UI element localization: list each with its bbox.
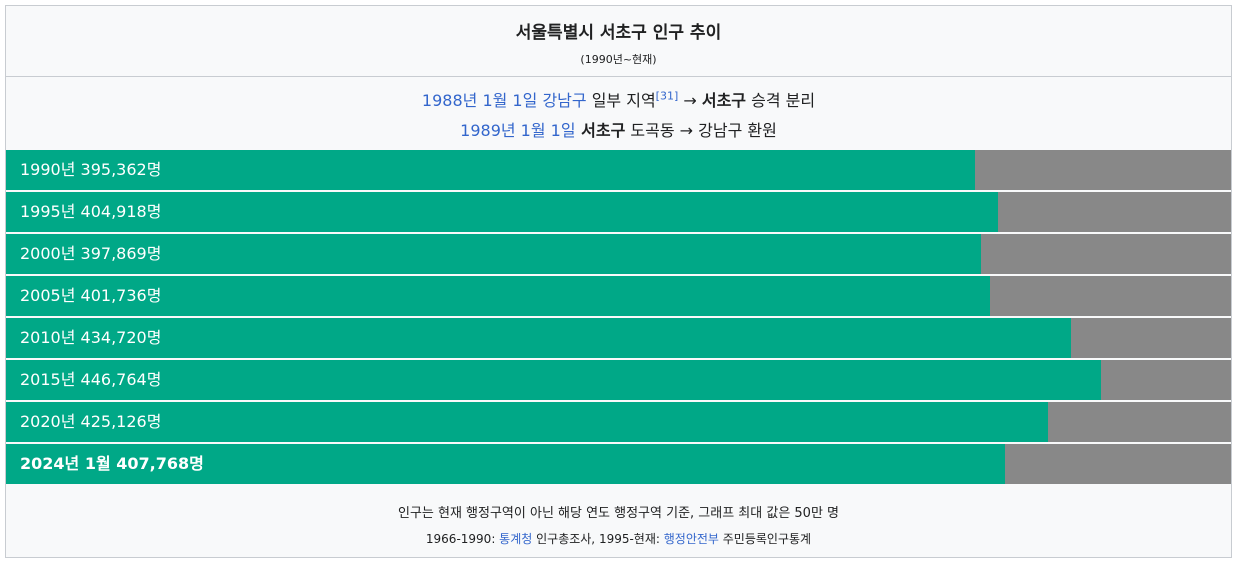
bar-label: 1995년 404,918명	[20, 202, 162, 221]
history-text: 도곡동 → 강남구 환원	[625, 121, 777, 140]
history-text: 일부 지역	[586, 91, 656, 110]
source-line: 1966-1990: 통계청 인구총조사, 1995-현재: 행정안전부 주민등…	[6, 530, 1231, 547]
bar-row: 1995년 404,918명	[6, 192, 1231, 232]
bar-label: 2000년 397,869명	[20, 244, 162, 263]
bar-row: 2010년 434,720명	[6, 318, 1231, 358]
bar-row: 2020년 425,126명	[6, 402, 1231, 442]
date-link-1988[interactable]: 1988년 1월 1일	[422, 91, 537, 110]
bar-row: 2000년 397,869명	[6, 234, 1231, 274]
bar-row: 2005년 401,736명	[6, 276, 1231, 316]
population-bar-chart: 1990년 395,362명 1995년 404,918명 2000년 397,86…	[6, 150, 1231, 489]
ministry-interior-link[interactable]: 행정안전부	[664, 532, 719, 546]
source-text: 인구총조사, 1995-현재:	[532, 532, 664, 546]
chart-note: 인구는 현재 행정구역이 아닌 해당 연도 행정구역 기준, 그래프 최대 값은…	[397, 506, 840, 521]
arrow-text: →	[678, 91, 702, 110]
reference-link[interactable]: [31]	[656, 90, 679, 103]
chart-footer: 인구는 현재 행정구역이 아닌 해당 연도 행정구역 기준, 그래프 최대 값은…	[6, 490, 1231, 558]
bar-row: 2024년 1월 407,768명	[6, 444, 1231, 484]
date-link-1989[interactable]: 1989년 1월 1일	[460, 121, 575, 140]
bar-label: 2024년 1월 407,768명	[20, 454, 204, 473]
seocho-gu-text: 서초구	[575, 121, 626, 140]
source-text: 1966-1990:	[425, 532, 500, 546]
bar-fill	[6, 318, 1071, 358]
history-text: 승격 분리	[746, 91, 816, 110]
chart-title: 서울특별시 서초구 인구 추이	[515, 23, 722, 43]
bar-label: 2005년 401,736명	[20, 286, 162, 305]
history-notes: 1988년 1월 1일 강남구 일부 지역[31] → 서초구 승격 분리 19…	[6, 77, 1231, 150]
source-text: 주민등록인구통계	[718, 532, 812, 546]
bar-label: 1990년 395,362명	[20, 160, 162, 179]
statistics-korea-link[interactable]: 통계청	[499, 532, 532, 546]
history-line-2: 1989년 1월 1일 서초구 도곡동 → 강남구 환원	[6, 119, 1231, 143]
population-infobox: 서울특별시 서초구 인구 추이 (1990년~현재) 1988년 1월 1일 강…	[5, 5, 1232, 558]
bar-fill	[6, 402, 1048, 442]
title-box: 서울특별시 서초구 인구 추이 (1990년~현재)	[6, 6, 1231, 77]
chart-subtitle: (1990년~현재)	[580, 53, 657, 66]
history-line-1: 1988년 1월 1일 강남구 일부 지역[31] → 서초구 승격 분리	[6, 89, 1231, 113]
bar-label: 2020년 425,126명	[20, 412, 162, 431]
gangnam-gu-link[interactable]: 강남구	[542, 91, 586, 110]
bar-row: 2015년 446,764명	[6, 360, 1231, 400]
seocho-gu-text: 서초구	[701, 91, 747, 110]
bar-label: 2015년 446,764명	[20, 370, 162, 389]
bar-label: 2010년 434,720명	[20, 328, 162, 347]
bar-fill	[6, 360, 1101, 400]
bar-row: 1990년 395,362명	[6, 150, 1231, 190]
